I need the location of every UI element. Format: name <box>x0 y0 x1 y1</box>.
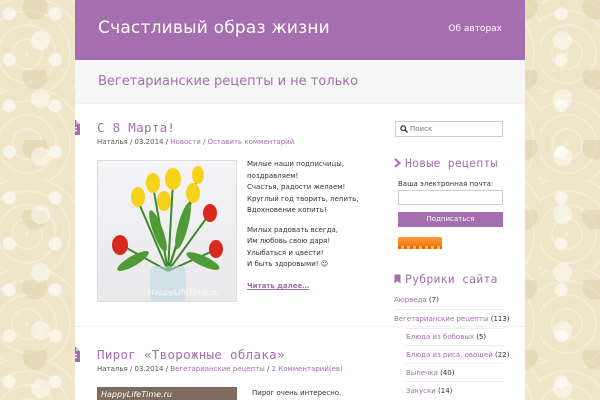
page-container: Счастливый образ жизни Об авторах Вегета… <box>75 0 525 400</box>
poem-line: Круглый год творить, лепить, <box>247 194 359 203</box>
post-title[interactable]: С 8 Марта! <box>97 120 175 135</box>
poem-line: Милых радовать всегда, <box>247 225 338 234</box>
category-item: Выпечка (40) <box>406 369 454 377</box>
about-authors-link[interactable]: Об авторах <box>448 24 502 34</box>
email-label: Ваша электронная почта: <box>398 180 494 188</box>
category-item: Блюда из риса, овощей (22) <box>406 351 509 359</box>
feed-counter-badge[interactable] <box>398 237 442 249</box>
category-count: (5) <box>476 333 487 341</box>
search-input[interactable] <box>410 123 500 135</box>
category-item: Блюда из бобовых (5) <box>406 333 486 341</box>
category-link-vegetarian[interactable]: Вегетарианские рецепты <box>394 315 488 323</box>
poem-line: И быть здоровыми! ☺ <box>247 260 329 268</box>
category-divider <box>406 345 504 346</box>
tulips-illustration <box>112 166 223 301</box>
post-author[interactable]: Наталья <box>97 365 128 373</box>
post-date: 03.2014 <box>134 138 164 146</box>
document-icon <box>75 120 80 135</box>
category-divider <box>406 381 504 382</box>
post-comments-link[interactable]: Оставить комментарий <box>208 138 295 146</box>
post-title[interactable]: Пирог «Творожные облака» <box>97 347 285 362</box>
post-category-link[interactable]: Вегетарианские рецепты <box>170 365 264 373</box>
category-link-baking[interactable]: Выпечка <box>406 369 438 377</box>
search-icon <box>400 125 408 133</box>
category-count: (40) <box>440 369 455 377</box>
post-comments-link[interactable]: 2 Комментарий(ев) <box>272 365 343 373</box>
poem-line: поздравляем! <box>247 171 299 180</box>
poem-line: Улыбаться и цвести! <box>247 248 324 257</box>
category-count: (113) <box>490 315 510 323</box>
document-icon <box>75 347 80 362</box>
poem-line: Вдохновение копить! <box>247 206 327 214</box>
category-item: Аюрведа (7) <box>394 296 439 304</box>
site-title[interactable]: Счастливый образ жизни <box>98 18 330 38</box>
category-count: (7) <box>428 296 439 304</box>
pie-photo: HappyLifeTime.ru <box>97 387 237 400</box>
tagline-bar: Вегетарианские рецепты и не только <box>75 60 525 104</box>
category-link-ayurveda[interactable]: Аюрведа <box>394 296 427 304</box>
tulips-photo: HappyLifeTime.ru <box>97 160 237 302</box>
category-link-rice-vegetables[interactable]: Блюда из риса, овощей <box>406 351 493 359</box>
feed-badge-stripe <box>398 246 442 249</box>
site-header: Счастливый образ жизни Об авторах <box>75 0 525 60</box>
category-divider <box>406 328 504 329</box>
category-count: (22) <box>494 351 510 359</box>
post-divider <box>75 326 525 327</box>
category-divider <box>394 309 504 310</box>
site-tagline: Вегетарианские рецепты и не только <box>98 74 359 89</box>
category-count: (14) <box>438 387 453 395</box>
email-field[interactable] <box>398 190 503 205</box>
post-category-link[interactable]: Новости <box>170 138 200 146</box>
bookmark-icon <box>394 274 401 284</box>
categories-widget-title: Рубрики сайта <box>394 272 498 286</box>
search-field[interactable] <box>395 121 503 137</box>
category-item: Вегетарианские рецепты (113) <box>394 315 510 323</box>
widget-title-text: Рубрики сайта <box>405 272 498 286</box>
category-link-legumes[interactable]: Блюда из бобовых <box>406 333 474 341</box>
category-divider <box>406 363 504 364</box>
post-meta: Наталья / 03.2014 / Вегетарианские рецеп… <box>97 365 343 373</box>
post-meta: Наталья / 03.2014 / Новости / Оставить к… <box>97 138 295 146</box>
category-item: Закуски (14) <box>406 387 452 395</box>
post-excerpt: Пирог очень интересно. <box>252 389 342 397</box>
category-link-snacks[interactable]: Закуски <box>406 387 436 395</box>
poem-line: Счастья, радости желаем! <box>247 183 346 191</box>
subscribe-widget-title: Новые рецепты <box>394 156 498 170</box>
subscribe-button[interactable]: Подписаться <box>398 212 503 227</box>
poem-line: Милые наши подписчицы, <box>247 160 345 168</box>
post-date: 03.2014 <box>134 365 164 373</box>
photo-watermark: HappyLifeTime.ru <box>148 288 219 297</box>
poem-line: Им любовь свою даря! <box>247 237 331 245</box>
post-author[interactable]: Наталья <box>97 138 128 146</box>
read-more-link[interactable]: Читать далее… <box>247 282 309 290</box>
widget-title-text: Новые рецепты <box>405 156 498 170</box>
chevron-right-icon <box>394 158 401 168</box>
photo-watermark: HappyLifeTime.ru <box>101 390 172 399</box>
poem-spacer <box>247 217 359 225</box>
post-excerpt: Милые наши подписчицы, поздравляем! Счас… <box>247 159 359 271</box>
